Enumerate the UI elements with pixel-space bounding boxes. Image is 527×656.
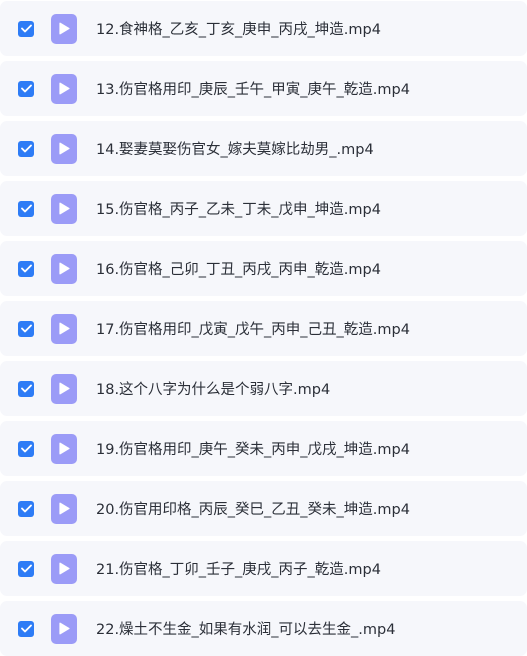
video-file-icon bbox=[51, 133, 77, 164]
file-name[interactable]: 19.伤官格用印_庚午_癸未_丙申_戊戌_坤造.mp4 bbox=[96, 438, 410, 459]
video-file-icon bbox=[51, 493, 77, 524]
video-file-icon bbox=[51, 553, 77, 584]
list-item[interactable]: 19.伤官格用印_庚午_癸未_丙申_戊戌_坤造.mp4 bbox=[0, 421, 527, 476]
checkmark-icon bbox=[20, 624, 32, 633]
checkmark-icon bbox=[20, 84, 32, 93]
checkbox-checked[interactable] bbox=[18, 80, 34, 97]
play-icon bbox=[59, 322, 70, 335]
list-item[interactable]: 14.娶妻莫娶伤官女_嫁夫莫嫁比劫男_.mp4 bbox=[0, 121, 527, 176]
checkbox-checked[interactable] bbox=[18, 440, 34, 457]
list-item[interactable]: 13.伤官格用印_庚辰_壬午_甲寅_庚午_乾造.mp4 bbox=[0, 61, 527, 116]
video-file-icon bbox=[51, 193, 77, 224]
video-file-icon bbox=[51, 73, 77, 104]
video-file-icon bbox=[51, 253, 77, 284]
list-item[interactable]: 12.食神格_乙亥_丁亥_庚申_丙戌_坤造.mp4 bbox=[0, 1, 527, 56]
checkmark-icon bbox=[20, 504, 32, 513]
video-file-icon bbox=[51, 313, 77, 344]
checkbox-checked[interactable] bbox=[18, 380, 34, 397]
video-file-icon bbox=[51, 373, 77, 404]
video-file-icon bbox=[51, 433, 77, 464]
play-icon bbox=[59, 502, 70, 515]
list-item[interactable]: 20.伤官用印格_丙辰_癸巳_乙丑_癸未_坤造.mp4 bbox=[0, 481, 527, 536]
play-icon bbox=[59, 622, 70, 635]
checkbox-checked[interactable] bbox=[18, 260, 34, 277]
video-file-icon bbox=[51, 613, 77, 644]
checkmark-icon bbox=[20, 204, 32, 213]
file-name[interactable]: 21.伤官格_丁卯_壬子_庚戌_丙子_乾造.mp4 bbox=[96, 558, 381, 579]
list-item[interactable]: 15.伤官格_丙子_乙未_丁未_戊申_坤造.mp4 bbox=[0, 181, 527, 236]
file-name[interactable]: 20.伤官用印格_丙辰_癸巳_乙丑_癸未_坤造.mp4 bbox=[96, 498, 410, 519]
checkbox-checked[interactable] bbox=[18, 320, 34, 337]
play-icon bbox=[59, 442, 70, 455]
checkmark-icon bbox=[20, 384, 32, 393]
file-name[interactable]: 22.燥土不生金_如果有水润_可以去生金_.mp4 bbox=[96, 618, 395, 639]
file-name[interactable]: 15.伤官格_丙子_乙未_丁未_戊申_坤造.mp4 bbox=[96, 198, 381, 219]
file-name[interactable]: 13.伤官格用印_庚辰_壬午_甲寅_庚午_乾造.mp4 bbox=[96, 78, 410, 99]
checkmark-icon bbox=[20, 264, 32, 273]
file-name[interactable]: 12.食神格_乙亥_丁亥_庚申_丙戌_坤造.mp4 bbox=[96, 18, 381, 39]
checkmark-icon bbox=[20, 564, 32, 573]
list-item[interactable]: 22.燥土不生金_如果有水润_可以去生金_.mp4 bbox=[0, 601, 527, 656]
checkmark-icon bbox=[20, 24, 32, 33]
play-icon bbox=[59, 262, 70, 275]
file-name[interactable]: 14.娶妻莫娶伤官女_嫁夫莫嫁比劫男_.mp4 bbox=[96, 138, 374, 159]
checkmark-icon bbox=[20, 444, 32, 453]
checkbox-checked[interactable] bbox=[18, 620, 34, 637]
checkmark-icon bbox=[20, 324, 32, 333]
file-name[interactable]: 16.伤官格_己卯_丁丑_丙戌_丙申_乾造.mp4 bbox=[96, 258, 381, 279]
file-name[interactable]: 18.这个八字为什么是个弱八字.mp4 bbox=[96, 378, 330, 399]
play-icon bbox=[59, 142, 70, 155]
list-item[interactable]: 21.伤官格_丁卯_壬子_庚戌_丙子_乾造.mp4 bbox=[0, 541, 527, 596]
play-icon bbox=[59, 382, 70, 395]
file-list: 12.食神格_乙亥_丁亥_庚申_丙戌_坤造.mp4 13.伤官格用印_庚辰_壬午… bbox=[0, 0, 527, 656]
play-icon bbox=[59, 82, 70, 95]
video-file-icon bbox=[51, 13, 77, 44]
file-name[interactable]: 17.伤官格用印_戊寅_戊午_丙申_己丑_乾造.mp4 bbox=[96, 318, 410, 339]
checkbox-checked[interactable] bbox=[18, 200, 34, 217]
checkbox-checked[interactable] bbox=[18, 500, 34, 517]
checkmark-icon bbox=[20, 144, 32, 153]
checkbox-checked[interactable] bbox=[18, 560, 34, 577]
list-item[interactable]: 18.这个八字为什么是个弱八字.mp4 bbox=[0, 361, 527, 416]
play-icon bbox=[59, 22, 70, 35]
play-icon bbox=[59, 202, 70, 215]
checkbox-checked[interactable] bbox=[18, 20, 34, 37]
checkbox-checked[interactable] bbox=[18, 140, 34, 157]
list-item[interactable]: 16.伤官格_己卯_丁丑_丙戌_丙申_乾造.mp4 bbox=[0, 241, 527, 296]
list-item[interactable]: 17.伤官格用印_戊寅_戊午_丙申_己丑_乾造.mp4 bbox=[0, 301, 527, 356]
play-icon bbox=[59, 562, 70, 575]
